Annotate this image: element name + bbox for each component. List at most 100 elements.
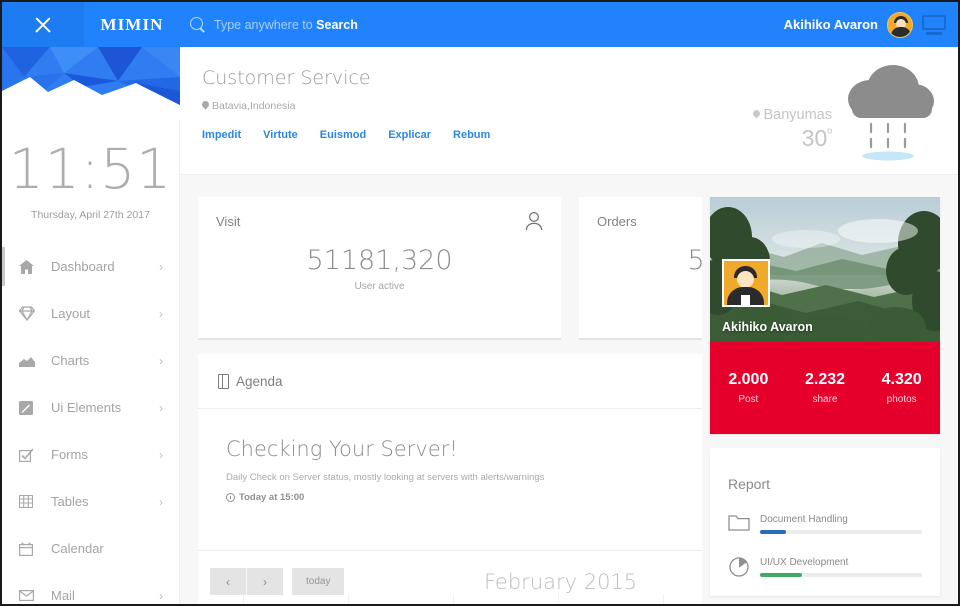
weather-city-label: Banyumas [763, 107, 832, 123]
sidebar-item-mail[interactable]: Mail › [2, 572, 179, 604]
sidebar-item-label: Calendar [51, 541, 104, 556]
profile-card: Akihiko Avaron 2.000 Post 2.232 share 4.… [710, 197, 940, 434]
monitor-icon[interactable] [922, 14, 946, 35]
search-placeholder: Type anywhere to Search [214, 18, 358, 32]
checkbox-icon [19, 447, 39, 463]
user-name-label[interactable]: Akihiko Avaron [784, 17, 878, 32]
profile-stat-post[interactable]: 2.000 Post [710, 371, 787, 405]
sidebar-item-charts[interactable]: Charts › [2, 337, 179, 384]
weather-degree-symbol: º [827, 125, 832, 141]
weather-temp-value: 30 [801, 125, 828, 151]
profile-stat-label: photos [886, 394, 917, 405]
sidebar-item-label: Mail [51, 588, 75, 603]
sidebar-item-label: Layout [51, 306, 91, 321]
clock-icon [226, 493, 235, 502]
chevron-right-icon: › [159, 306, 163, 321]
monitor-screen [922, 14, 946, 30]
search-placeholder-bold: Search [316, 17, 358, 32]
user-menu: Akihiko Avaron [784, 11, 958, 38]
chevron-right-icon: › [159, 588, 163, 603]
diamond-icon [19, 306, 39, 322]
sidebar-item-label: Dashboard [51, 259, 115, 274]
page-title: Customer Service [202, 67, 371, 89]
weather-city: Banyumas [753, 107, 832, 123]
report-title: Report [728, 476, 771, 492]
avatar[interactable] [887, 11, 913, 38]
sidebar-item-dashboard[interactable]: Dashboard › [2, 243, 179, 290]
brand-logo[interactable]: MIMIN [84, 15, 180, 35]
calendar-icon [19, 541, 39, 557]
chart-icon [19, 353, 39, 369]
sidebar-item-tables[interactable]: Tables › [2, 478, 179, 525]
sidebar-item-label: Charts [51, 353, 90, 368]
report-item-body: UI/UX Development [760, 556, 922, 578]
report-progress-track [760, 573, 922, 577]
calendar-next-button[interactable]: › [246, 568, 283, 595]
profile-stats-bar: 2.000 Post 2.232 share 4.320 photos [710, 342, 940, 434]
tab-impedit[interactable]: Impedit [202, 129, 241, 141]
tab-rebum[interactable]: Rebum [453, 129, 490, 141]
report-card: Report Document Handling UI/UX Developme… [710, 448, 940, 596]
tab-virtute[interactable]: Virtute [263, 129, 298, 141]
envelope-icon [19, 588, 39, 604]
report-progress-fill [760, 530, 786, 534]
chevron-right-icon: › [159, 353, 163, 368]
calendar-prev-button[interactable]: ‹ [210, 568, 246, 595]
profile-stat-share[interactable]: 2.232 share [787, 371, 864, 405]
sidebar-item-label: Ui Elements [51, 400, 122, 415]
profile-cover-photo: Akihiko Avaron [710, 197, 940, 342]
avatar-body [891, 26, 911, 37]
stat-card-title: Orders [597, 214, 637, 229]
sidebar-item-layout[interactable]: Layout › [2, 290, 179, 337]
sidebar-polygon-artwork [2, 47, 180, 120]
weather-text: Banyumas 30º [753, 61, 832, 152]
profile-stat-value: 2.232 [804, 371, 846, 388]
location-pin-icon [753, 110, 760, 120]
tab-euismod[interactable]: Euismod [320, 129, 366, 141]
sidebar-item-label: Tables [51, 494, 89, 509]
stat-card-subtitle: User active [354, 281, 405, 292]
chevron-right-icon: › [159, 259, 163, 274]
report-item-label: Document Handling [760, 514, 848, 525]
table-icon [19, 494, 39, 510]
user-icon [525, 211, 543, 231]
sidebar-item-forms[interactable]: Forms › [2, 431, 179, 478]
folder-icon [728, 513, 750, 535]
dashboard-app: MIMIN Type anywhere to Search Akihiko Av… [0, 0, 960, 606]
avatar-shirt [741, 295, 750, 305]
profile-stat-photos[interactable]: 4.320 photos [863, 371, 940, 405]
stat-card-visit[interactable]: Visit 51181,320 User active [198, 197, 561, 340]
clock-time: 11:51 [8, 137, 173, 201]
page-header: Customer Service Batavia,Indonesia Imped… [180, 47, 958, 175]
profile-avatar[interactable] [722, 259, 770, 307]
report-item-document-handling[interactable]: Document Handling [728, 513, 922, 535]
clock-date: Thursday, April 27th 2017 [31, 209, 150, 221]
report-item-ui-ux-development[interactable]: UI/UX Development [728, 556, 922, 578]
report-progress-fill [760, 573, 803, 577]
agenda-time-label: Today at 15:00 [239, 492, 305, 503]
search-input[interactable]: Type anywhere to Search [180, 17, 784, 32]
pencil-square-icon [19, 400, 39, 416]
monitor-base [926, 31, 942, 35]
profile-stat-label: Post [738, 394, 759, 405]
tab-explicar[interactable]: Explicar [388, 129, 431, 141]
search-icon [190, 17, 205, 32]
pie-chart-icon [728, 556, 750, 578]
sidebar: 11:51 Thursday, April 27th 2017 Dashboar… [2, 47, 180, 604]
right-panel: Akihiko Avaron 2.000 Post 2.232 share 4.… [702, 175, 958, 604]
page-location: Batavia,Indonesia [202, 100, 295, 112]
chevron-right-icon: › [159, 447, 163, 462]
sidebar-item-calendar[interactable]: Calendar [2, 525, 179, 572]
rain-cloud-icon [838, 61, 938, 166]
calendar-today-button[interactable]: today [292, 568, 345, 595]
search-placeholder-prefix: Type anywhere to [214, 17, 317, 32]
location-pin-icon [202, 101, 209, 111]
sidebar-item-ui-elements[interactable]: Ui Elements › [2, 384, 179, 431]
close-icon [33, 15, 53, 35]
sidebar-nav: Dashboard › Layout › Charts › Ui Element… [2, 243, 179, 604]
close-button[interactable] [2, 2, 84, 47]
stat-card-title: Visit [216, 214, 241, 229]
weather-widget: Banyumas 30º [753, 61, 938, 166]
weather-temperature: 30º [753, 125, 832, 152]
page-location-label: Batavia,Indonesia [212, 100, 296, 112]
